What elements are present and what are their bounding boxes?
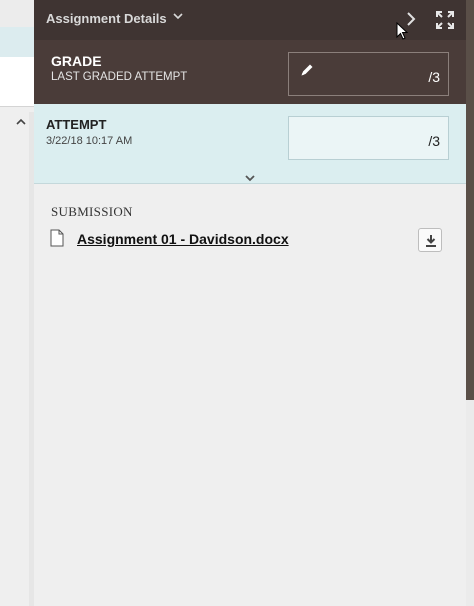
background-page-right xyxy=(466,0,474,606)
panel-title[interactable]: Assignment Details xyxy=(46,11,167,26)
background-band xyxy=(466,400,474,606)
attempt-title: ATTEMPT xyxy=(46,117,107,132)
attempt-section[interactable]: ATTEMPT 3/22/18 10:17 AM /3 xyxy=(34,104,466,184)
grade-section: GRADE LAST GRADED ATTEMPT /3 xyxy=(34,40,466,104)
download-icon xyxy=(426,235,436,247)
grade-title: GRADE xyxy=(51,53,102,69)
mouse-cursor-icon xyxy=(396,21,410,42)
grade-subtitle: LAST GRADED ATTEMPT xyxy=(51,71,188,83)
submission-file-link[interactable]: Assignment 01 - Davidson.docx xyxy=(77,231,289,247)
attempt-out-of: /3 xyxy=(428,133,440,149)
background-page-left xyxy=(0,0,34,606)
assignment-details-panel: Assignment Details GRADE LAST GRADED ATT… xyxy=(34,0,466,606)
download-button[interactable] xyxy=(418,228,442,252)
panel-header: Assignment Details xyxy=(34,0,466,40)
attempt-grade-input[interactable]: /3 xyxy=(288,116,449,160)
attempt-date: 3/22/18 10:17 AM xyxy=(46,135,133,147)
background-band xyxy=(0,0,34,27)
chevron-down-icon[interactable] xyxy=(173,11,183,23)
scroll-up-icon[interactable] xyxy=(13,116,29,130)
expand-icon[interactable] xyxy=(435,10,455,30)
pencil-icon[interactable] xyxy=(299,62,315,78)
chevron-down-icon[interactable] xyxy=(243,170,257,182)
file-icon xyxy=(50,229,64,247)
background-band xyxy=(0,27,34,57)
submission-heading: SUBMISSION xyxy=(51,204,133,219)
grade-out-of: /3 xyxy=(428,69,440,85)
grade-input[interactable]: /3 xyxy=(288,52,449,96)
background-band xyxy=(0,57,34,107)
